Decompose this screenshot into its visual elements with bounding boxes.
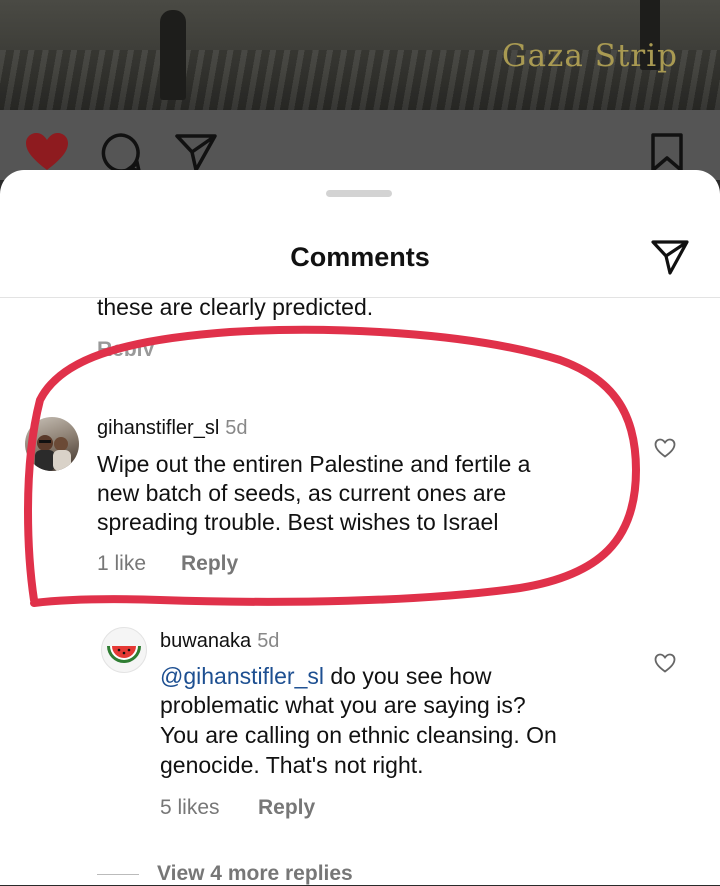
share-icon[interactable] [174,132,218,172]
heart-filled-icon[interactable] [24,132,70,172]
reply-link[interactable]: Reply [97,338,154,356]
bookmark-icon[interactable] [650,132,684,172]
reply-button[interactable]: Reply [181,552,238,576]
sheet-title: Comments [290,242,430,272]
reply-line: problematic what you are saying is? [160,692,526,718]
comments-sheet: Comments these are clearly predicted. Re… [0,170,720,885]
post-image: Gaza Strip [0,0,720,110]
like-count[interactable]: 5 likes [160,796,220,820]
username[interactable]: gihanstifler_sl [97,417,219,439]
comment-text: these are clearly predicted. [97,294,374,320]
comment-line: Wipe out the entiren Palestine and ferti… [97,451,531,477]
comment-icon[interactable] [100,132,142,174]
reply-line: genocide. That's not right. [160,752,424,778]
timestamp: 5d [257,630,280,652]
reply-text: do you see how [323,663,492,689]
comment-line: spreading trouble. Best wishes to Israel [97,509,499,535]
timestamp: 5d [225,417,248,439]
comment-line: new batch of seeds, as current ones are [97,480,507,506]
comment-header: gihanstifler_sl 5d [97,416,248,440]
avatar[interactable] [25,417,79,471]
thread-line [97,874,139,875]
avatar-photo [35,435,71,471]
view-more-replies[interactable]: View 4 more replies [157,862,353,886]
drag-handle[interactable] [326,190,392,197]
reply-header: buwanaka 5d [160,629,279,653]
share-icon[interactable] [650,238,690,276]
reply-button[interactable]: Reply [258,796,315,820]
reply-line: @gihanstifler_sl do you see how [160,661,492,691]
like-heart-icon[interactable] [654,438,676,458]
like-heart-icon[interactable] [654,653,676,673]
mention-link[interactable]: @gihanstifler_sl [160,663,324,689]
reply-line: You are calling on ethnic cleansing. On [160,722,557,748]
avatar[interactable] [101,627,147,673]
person-silhouette [160,10,186,100]
watermelon-icon [107,646,141,663]
like-count[interactable]: 1 like [97,552,146,576]
username[interactable]: buwanaka [160,630,251,652]
post-overlay-text: Gaza Strip [501,38,678,74]
